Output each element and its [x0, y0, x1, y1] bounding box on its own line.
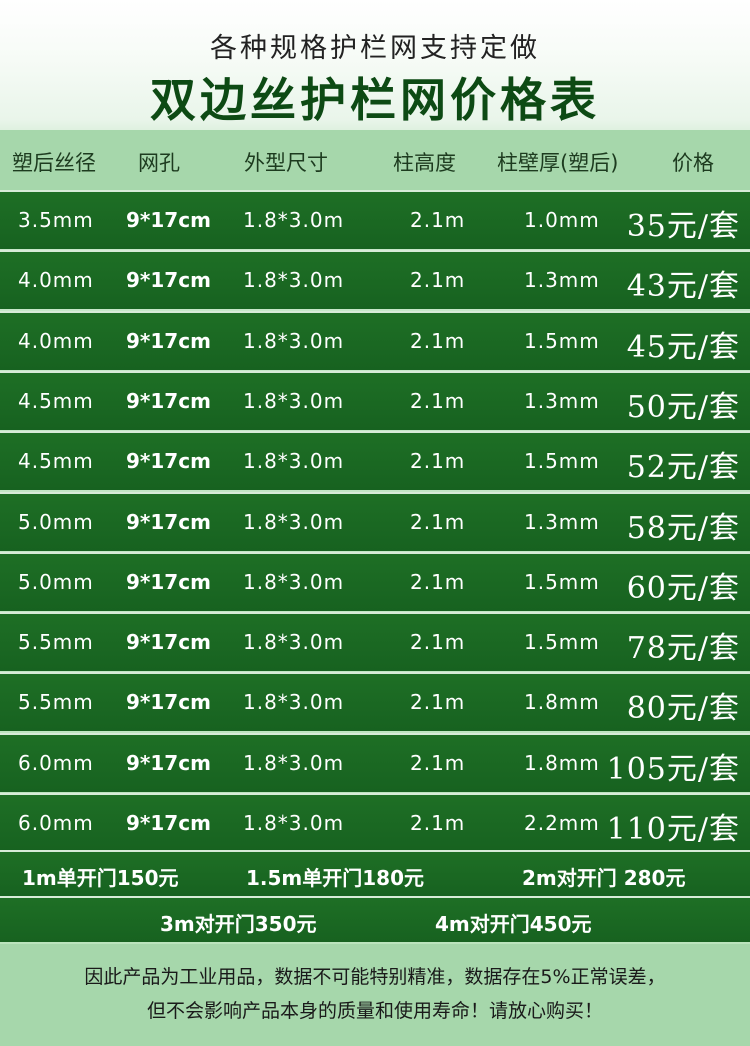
cell-dimensions: 1.8*3.0m — [243, 750, 345, 775]
cell-post-thickness: 1.3mm — [524, 388, 600, 413]
table-row: 4.0mm 9*17cm 1.8*3.0m 2.1m 1.3mm 43元/套 — [0, 250, 750, 310]
disclaimer-line-1: 因此产品为工业用品，数据不可能特别精准，数据存在5%正常误差， — [84, 966, 666, 988]
table-row: 4.0mm 9*17cm 1.8*3.0m 2.1m 1.5mm 45元/套 — [0, 310, 750, 370]
door-price-item: 3m对开门350元 — [160, 912, 317, 936]
cell-wire-diameter: 4.0mm — [18, 268, 94, 293]
door-price-item: 1.5m单开门180元 — [246, 866, 425, 890]
cell-mesh: 9*17cm — [126, 811, 211, 835]
cell-price: 105元/套 — [606, 751, 740, 787]
cell-post-height: 2.1m — [410, 811, 466, 835]
cell-wire-diameter: 4.0mm — [18, 328, 94, 353]
cell-post-height: 2.1m — [410, 630, 466, 655]
cell-post-thickness: 1.5mm — [524, 630, 600, 655]
cell-mesh: 9*17cm — [126, 328, 211, 353]
cell-post-thickness: 1.8mm — [524, 690, 600, 715]
table-row: 5.0mm 9*17cm 1.8*3.0m 2.1m 1.3mm 58元/套 — [0, 491, 750, 551]
cell-wire-diameter: 5.5mm — [18, 690, 94, 715]
cell-price: 50元/套 — [626, 389, 740, 425]
cell-price: 110元/套 — [606, 812, 740, 847]
page-subtitle: 各种规格护栏网支持定做 — [210, 33, 540, 64]
cell-wire-diameter: 5.5mm — [18, 630, 94, 655]
cell-post-thickness: 1.8mm — [524, 750, 600, 775]
cell-post-height: 2.1m — [410, 750, 466, 775]
column-header-mesh: 网孔 — [138, 151, 180, 175]
table-row: 6.0mm 9*17cm 1.8*3.0m 2.1m 1.8mm 105元/套 — [0, 732, 750, 792]
disclaimer-line-2: 但不会影响产品本身的质量和使用寿命！请放心购买！ — [146, 1000, 603, 1022]
cell-post-height: 2.1m — [410, 388, 466, 413]
cell-price: 35元/套 — [626, 209, 740, 244]
cell-price: 60元/套 — [626, 570, 740, 606]
cell-price: 80元/套 — [626, 691, 740, 727]
page-title: 双边丝护栏网价格表 — [150, 73, 600, 127]
cell-wire-diameter: 5.0mm — [18, 509, 94, 534]
table-row: 5.5mm 9*17cm 1.8*3.0m 2.1m 1.8mm 80元/套 — [0, 672, 750, 732]
table-row: 4.5mm 9*17cm 1.8*3.0m 2.1m 1.5mm 52元/套 — [0, 431, 750, 491]
cell-dimensions: 1.8*3.0m — [243, 268, 345, 293]
door-price-item: 2m对开门 280元 — [522, 866, 686, 890]
cell-post-height: 2.1m — [410, 208, 466, 232]
cell-post-thickness: 1.3mm — [524, 268, 600, 293]
cell-mesh: 9*17cm — [126, 630, 211, 655]
cell-wire-diameter: 5.0mm — [18, 569, 94, 594]
cell-mesh: 9*17cm — [126, 449, 211, 474]
cell-post-height: 2.1m — [410, 268, 466, 293]
cell-post-thickness: 1.0mm — [524, 208, 600, 232]
column-header-dimensions: 外型尺寸 — [244, 151, 328, 175]
cell-mesh: 9*17cm — [126, 509, 211, 534]
cell-post-height: 2.1m — [410, 690, 466, 715]
cell-post-thickness: 2.2mm — [524, 811, 600, 835]
cell-dimensions: 1.8*3.0m — [243, 509, 345, 534]
cell-price: 58元/套 — [626, 510, 740, 546]
cell-post-thickness: 1.3mm — [524, 509, 600, 534]
cell-post-height: 2.1m — [410, 509, 466, 534]
cell-dimensions: 1.8*3.0m — [243, 630, 345, 655]
table-row: 4.5mm 9*17cm 1.8*3.0m 2.1m 1.3mm 50元/套 — [0, 370, 750, 430]
cell-post-height: 2.1m — [410, 449, 466, 474]
door-price-item: 4m对开门450元 — [435, 912, 592, 936]
cell-post-height: 2.1m — [410, 328, 466, 353]
cell-price: 45元/套 — [626, 329, 740, 365]
cell-dimensions: 1.8*3.0m — [243, 328, 345, 353]
cell-wire-diameter: 4.5mm — [18, 388, 94, 413]
cell-dimensions: 1.8*3.0m — [243, 449, 345, 474]
title-block: 各种规格护栏网支持定做 双边丝护栏网价格表 — [0, 0, 750, 130]
cell-mesh: 9*17cm — [126, 750, 211, 775]
cell-mesh: 9*17cm — [126, 268, 211, 293]
cell-mesh: 9*17cm — [126, 208, 211, 232]
cell-post-thickness: 1.5mm — [524, 449, 600, 474]
column-header-post-thickness: 柱壁厚(塑后) — [497, 151, 619, 175]
cell-dimensions: 1.8*3.0m — [243, 690, 345, 715]
table-row: 3.5mm 9*17cm 1.8*3.0m 2.1m 1.0mm 35元/套 — [0, 190, 750, 249]
door-price-row-2: 3m对开门350元 4m对开门450元 — [0, 896, 750, 942]
cell-wire-diameter: 4.5mm — [18, 449, 94, 474]
door-price-row-1: 1m单开门150元 1.5m单开门180元 2m对开门 280元 — [0, 850, 750, 896]
cell-mesh: 9*17cm — [126, 388, 211, 413]
cell-wire-diameter: 6.0mm — [18, 811, 94, 835]
table-row: 5.0mm 9*17cm 1.8*3.0m 2.1m 1.5mm 60元/套 — [0, 551, 750, 611]
cell-post-height: 2.1m — [410, 569, 466, 594]
cell-wire-diameter: 3.5mm — [18, 208, 94, 232]
cell-price: 52元/套 — [626, 450, 740, 486]
cell-dimensions: 1.8*3.0m — [243, 811, 345, 835]
column-header-wire-diameter: 塑后丝径 — [12, 151, 96, 175]
cell-mesh: 9*17cm — [126, 690, 211, 715]
cell-price: 43元/套 — [626, 269, 740, 305]
column-header-price: 价格 — [672, 151, 714, 175]
table-header-row: 塑后丝径 网孔 外型尺寸 柱高度 柱壁厚(塑后) 价格 — [0, 130, 750, 190]
column-header-post-height: 柱高度 — [393, 151, 456, 175]
cell-post-thickness: 1.5mm — [524, 569, 600, 594]
cell-wire-diameter: 6.0mm — [18, 750, 94, 775]
disclaimer-notice: 因此产品为工业用品，数据不可能特别精准，数据存在5%正常误差， 但不会影响产品本… — [0, 944, 750, 1046]
table-row: 5.5mm 9*17cm 1.8*3.0m 2.1m 1.5mm 78元/套 — [0, 612, 750, 672]
cell-dimensions: 1.8*3.0m — [243, 208, 345, 232]
cell-price: 78元/套 — [626, 631, 740, 667]
cell-mesh: 9*17cm — [126, 569, 211, 594]
cell-post-thickness: 1.5mm — [524, 328, 600, 353]
cell-dimensions: 1.8*3.0m — [243, 388, 345, 413]
table-row: 6.0mm 9*17cm 1.8*3.0m 2.1m 2.2mm 110元/套 — [0, 793, 750, 852]
cell-dimensions: 1.8*3.0m — [243, 569, 345, 594]
door-price-item: 1m单开门150元 — [22, 866, 179, 890]
